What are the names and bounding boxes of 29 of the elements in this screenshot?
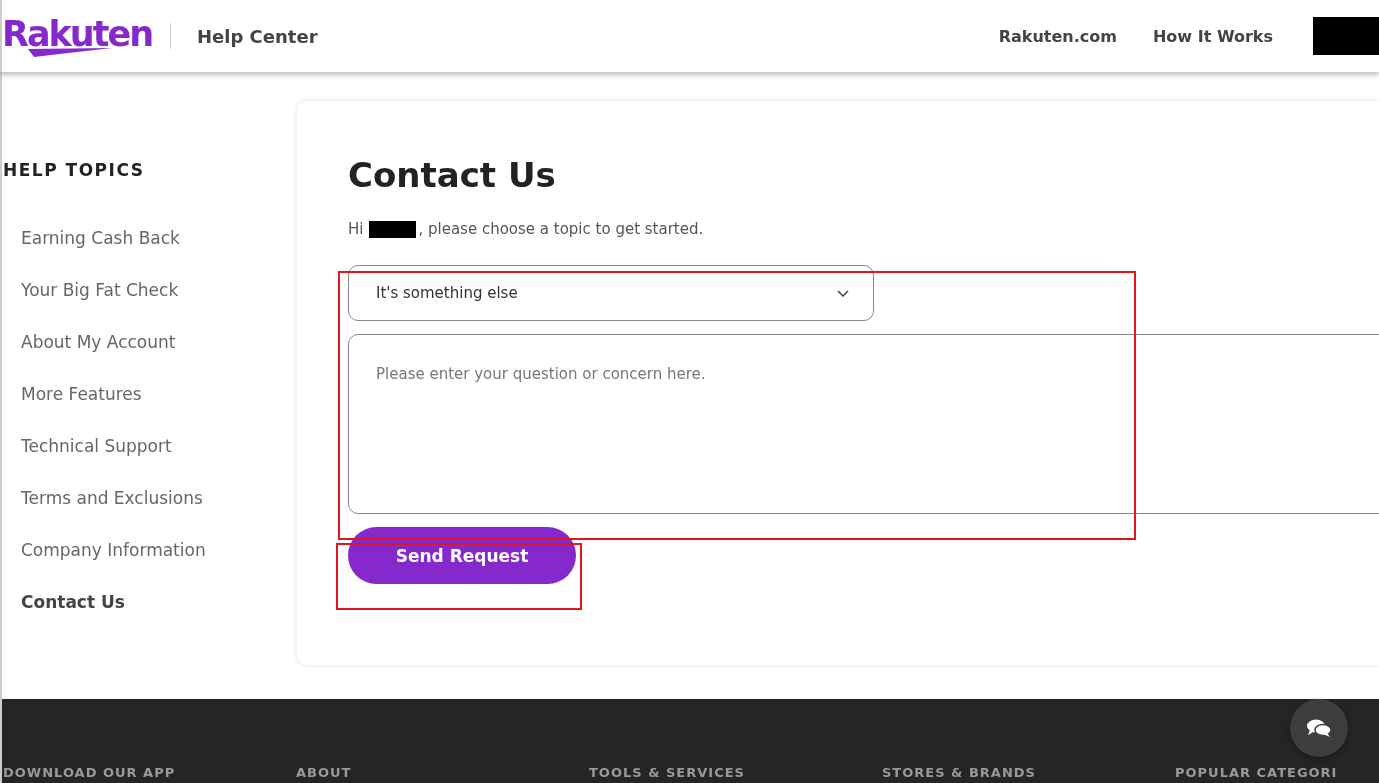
chat-button[interactable]	[1290, 699, 1348, 757]
footer-heading: DOWNLOAD OUR APP	[2, 766, 177, 780]
greeting-text: Hi	[348, 220, 364, 238]
sidebar-item[interactable]: Technical Support	[21, 434, 172, 458]
footer-heading: TOOLS & SERVICES	[588, 766, 746, 780]
nav-link[interactable]: Rakuten.com	[998, 26, 1117, 46]
sidebar-item[interactable]: Earning Cash Back	[21, 226, 180, 250]
sidebar-item[interactable]: Terms and Exclusions	[21, 486, 203, 510]
footer-heading: POPULAR CATEGORI	[1174, 766, 1339, 780]
send-request-button[interactable]: Send Request	[348, 527, 576, 584]
chat-bubbles-icon	[1306, 718, 1332, 738]
sidebar-item[interactable]: Contact Us	[21, 590, 125, 614]
greeting-text: , please choose a topic to get started.	[418, 220, 704, 238]
page-title: Contact Us	[348, 154, 557, 197]
sidebar-item[interactable]: Your Big Fat Check	[21, 278, 179, 302]
message-field[interactable]: Please enter your question or concern here.	[348, 334, 1379, 514]
topic-dropdown[interactable]: It's something else	[348, 265, 874, 321]
sidebar-item[interactable]: More Features	[21, 382, 142, 406]
redaction-block	[369, 220, 417, 238]
footer-heading: ABOUT	[295, 766, 353, 780]
chevron-down-icon	[837, 289, 849, 297]
redaction-block	[1313, 17, 1379, 55]
footer-heading: STORES & BRANDS	[881, 766, 1037, 780]
section-title: Help Center	[197, 25, 318, 47]
sidebar-heading: HELP TOPICS	[3, 160, 145, 180]
sidebar-item[interactable]: Company Information	[21, 538, 206, 562]
sidebar-item[interactable]: About My Account	[21, 330, 176, 354]
nav-link[interactable]: How It Works	[1152, 26, 1273, 46]
logo-text: Rakuten	[2, 15, 153, 52]
